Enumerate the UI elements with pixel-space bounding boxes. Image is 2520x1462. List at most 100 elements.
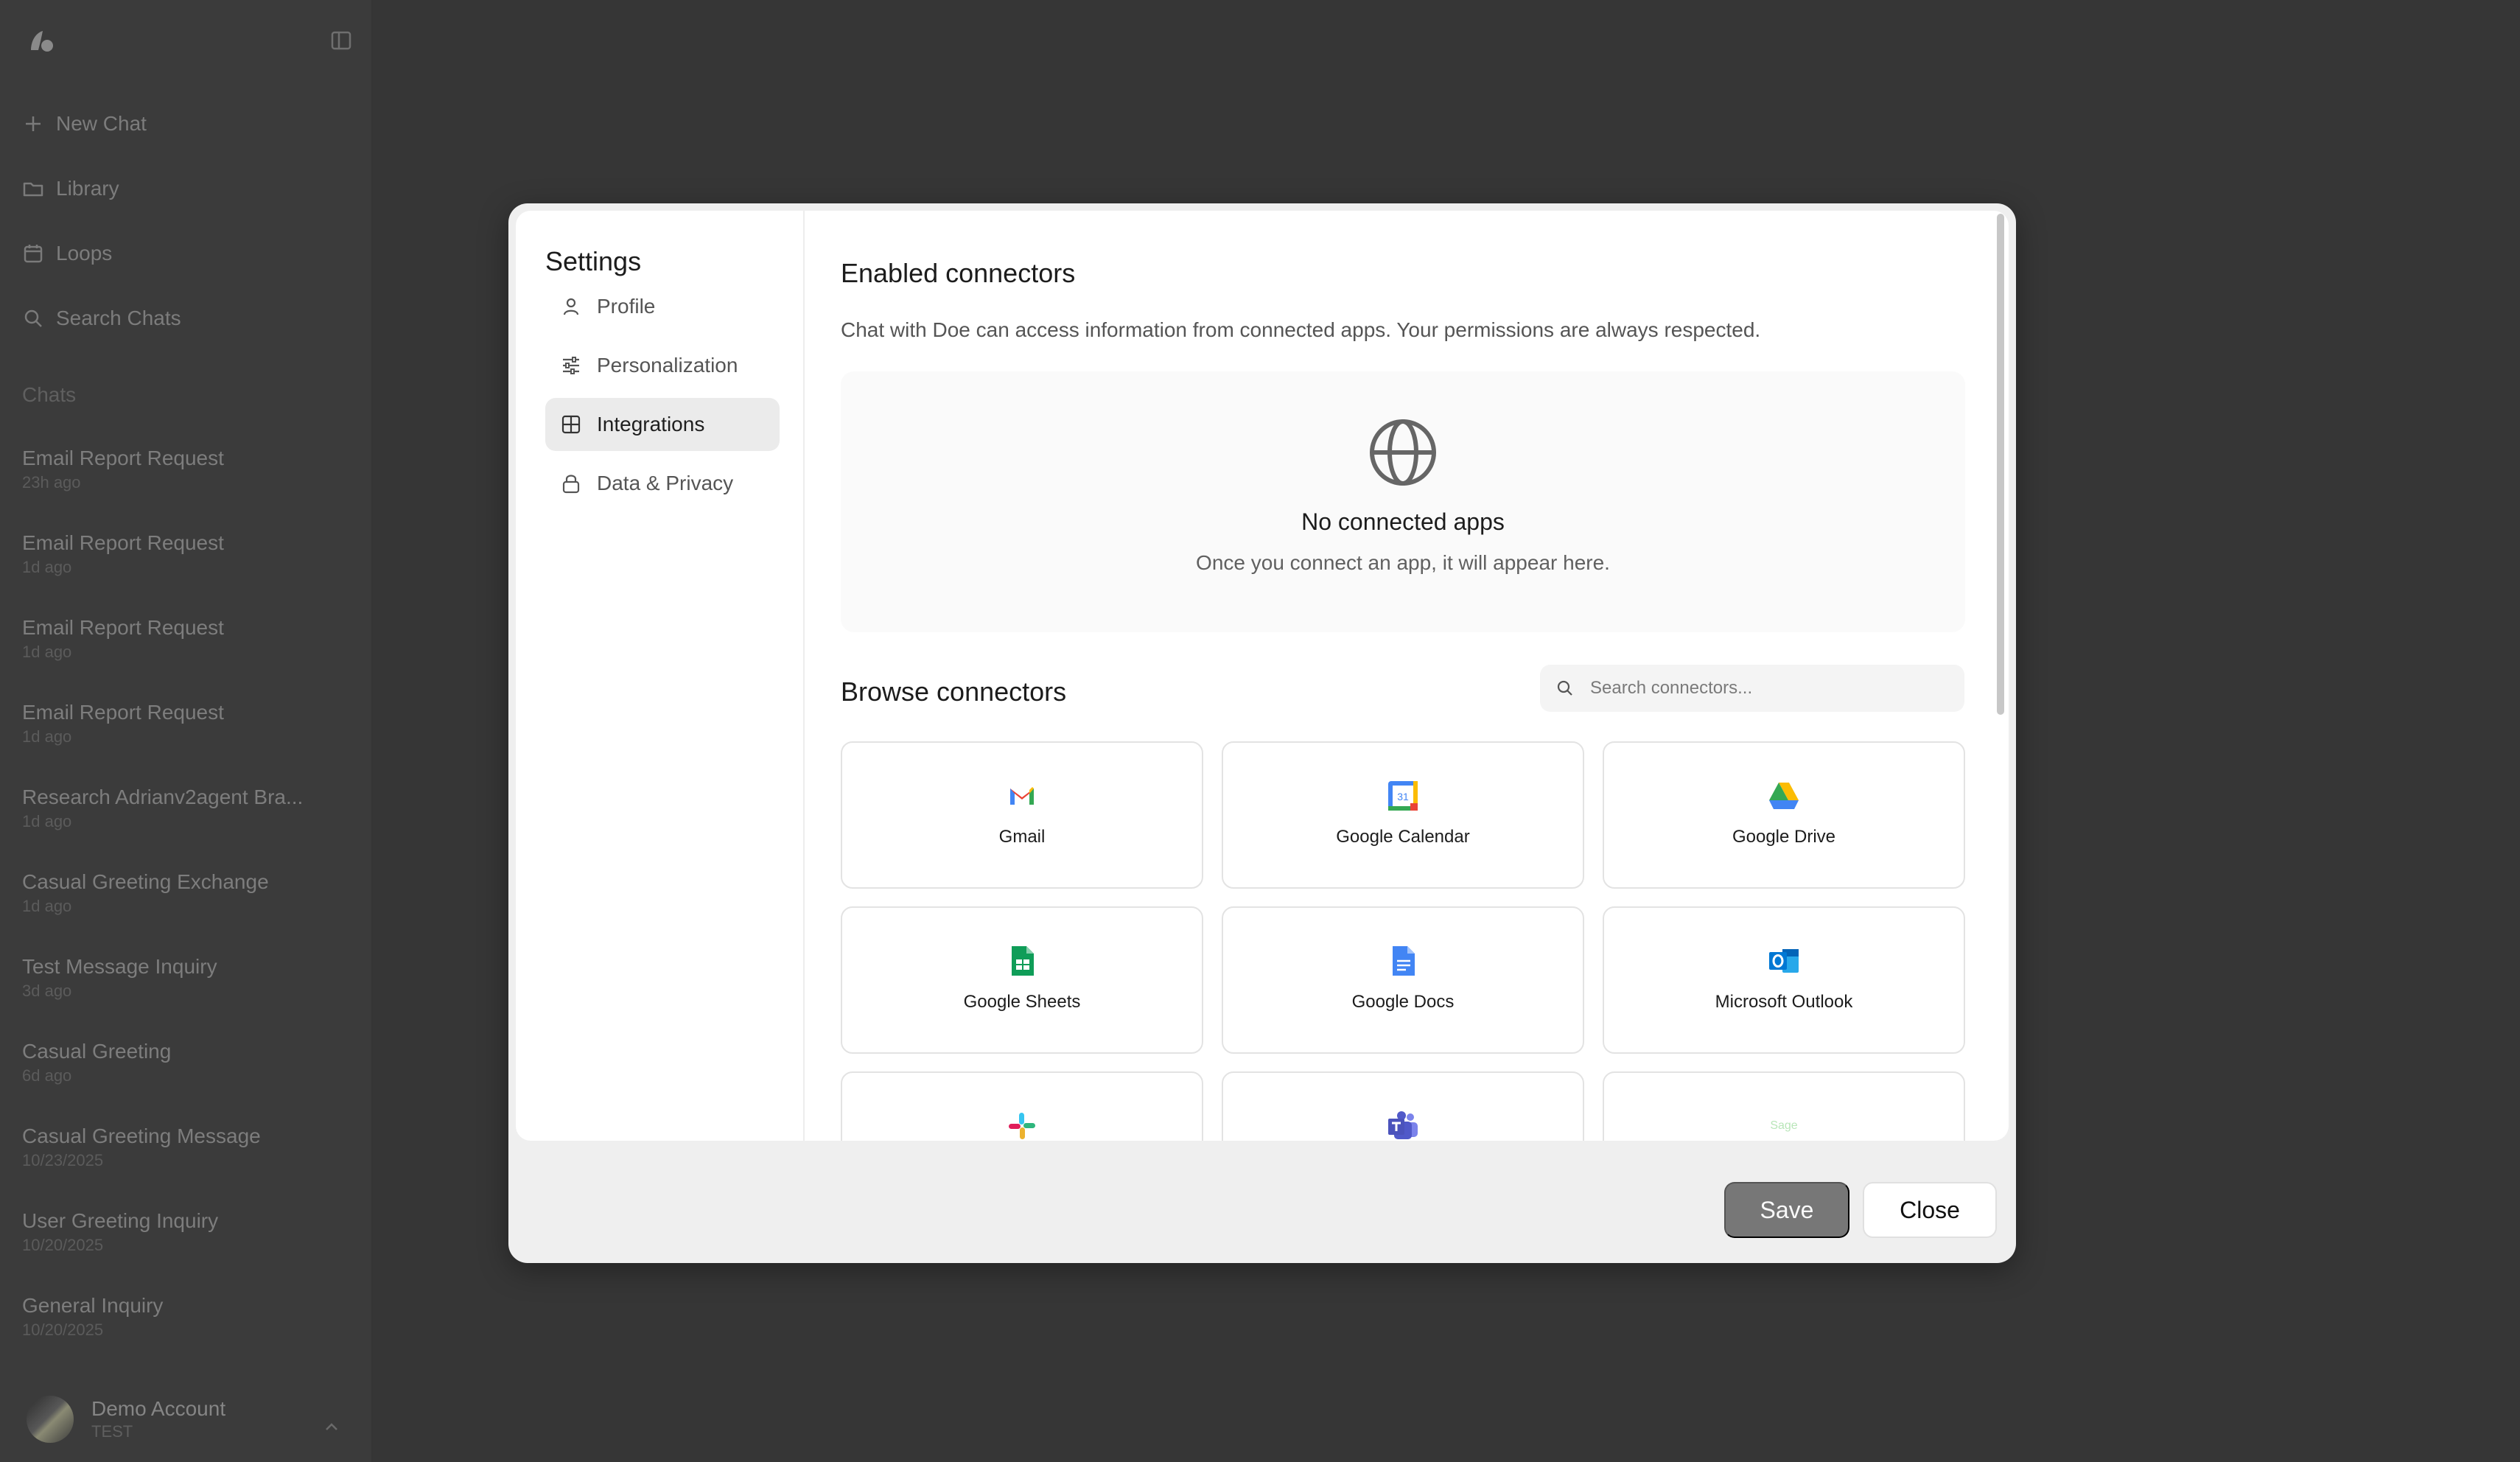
chat-list-item[interactable]: Email Report Request 1d ago bbox=[22, 615, 317, 663]
chat-list-item[interactable]: Casual Greeting Message 10/23/2025 bbox=[22, 1123, 317, 1172]
chat-title: Casual Greeting Message bbox=[22, 1125, 261, 1147]
connector-label: Google Calendar bbox=[1336, 827, 1470, 847]
google-sheets-icon bbox=[1012, 946, 1034, 976]
connector-card-slack[interactable] bbox=[841, 1071, 1203, 1141]
content-scrollbar[interactable] bbox=[1997, 214, 2004, 715]
chat-timestamp: 1d ago bbox=[22, 897, 72, 915]
settings-tab-label: Profile bbox=[597, 295, 656, 318]
new-chat-button[interactable]: New Chat bbox=[22, 109, 147, 139]
sidebar-toggle-icon[interactable] bbox=[330, 29, 352, 52]
connector-search[interactable] bbox=[1540, 665, 1964, 712]
connector-label: Microsoft Outlook bbox=[1715, 992, 1853, 1012]
connector-card-microsoft-outlook[interactable]: Microsoft Outlook bbox=[1603, 906, 1965, 1054]
integrations-content[interactable]: Enabled connectors Chat with Doe can acc… bbox=[805, 211, 2009, 1141]
connector-card-sage[interactable]: Sage bbox=[1603, 1071, 1965, 1141]
sliders-icon bbox=[563, 357, 579, 374]
connector-search-input[interactable] bbox=[1589, 677, 1945, 699]
connector-card-google-drive[interactable]: Google Drive bbox=[1603, 741, 1965, 889]
settings-tab-data-privacy[interactable]: Data & Privacy bbox=[545, 457, 780, 510]
settings-tab-integrations[interactable]: Integrations bbox=[545, 398, 780, 451]
chat-list-item[interactable]: Test Message Inquiry 3d ago bbox=[22, 954, 317, 1002]
empty-subtitle: Once you connect an app, it will appear … bbox=[1196, 551, 1610, 574]
empty-title: No connected apps bbox=[1301, 508, 1505, 535]
calendar-icon bbox=[24, 245, 43, 263]
search-icon bbox=[1557, 680, 1572, 696]
chat-list-item[interactable]: Email Report Request 23h ago bbox=[22, 445, 317, 494]
microsoft-teams-icon bbox=[1388, 1111, 1418, 1139]
connector-label: Gmail bbox=[998, 827, 1046, 847]
google-calendar-icon: 31 bbox=[1388, 781, 1418, 811]
chat-list-item[interactable]: General Inquiry 10/20/2025 bbox=[22, 1293, 317, 1341]
chat-title: Casual Greeting bbox=[22, 1040, 172, 1063]
chat-timestamp: 10/20/2025 bbox=[22, 1321, 104, 1339]
new-chat-label: New Chat bbox=[56, 112, 147, 135]
google-drive-icon bbox=[1769, 783, 1799, 809]
search-chats-button[interactable]: Search Chats bbox=[22, 304, 181, 333]
google-docs-icon bbox=[1393, 946, 1415, 976]
chat-timestamp: 1d ago bbox=[22, 558, 72, 576]
settings-panel: Settings Profile Personalization Integra… bbox=[516, 211, 2009, 1141]
svg-text:31: 31 bbox=[1397, 791, 1409, 802]
account-menu[interactable]: Demo Account TEST bbox=[27, 1396, 225, 1443]
chat-title: Casual Greeting Exchange bbox=[22, 870, 269, 893]
connector-card-google-sheets[interactable]: Google Sheets bbox=[841, 906, 1203, 1054]
sidebar: New Chat Library Loops Search Chats Chat… bbox=[0, 0, 373, 1462]
chat-timestamp: 6d ago bbox=[22, 1066, 72, 1085]
chat-title: Email Report Request bbox=[22, 616, 224, 639]
lock-icon bbox=[562, 475, 580, 494]
plus-icon bbox=[26, 116, 41, 131]
chat-timestamp: 23h ago bbox=[22, 473, 81, 492]
app-logo-icon[interactable] bbox=[28, 28, 57, 53]
chat-list-item[interactable]: Research Adrianv2agent Bra... 1d ago bbox=[22, 784, 317, 833]
loops-button[interactable]: Loops bbox=[22, 239, 112, 268]
chat-list-item[interactable]: Casual Greeting 6d ago bbox=[22, 1038, 317, 1087]
slack-icon bbox=[1009, 1113, 1035, 1139]
browse-connectors-heading: Browse connectors bbox=[841, 676, 1067, 707]
account-plan: TEST bbox=[91, 1422, 133, 1441]
settings-tab-profile[interactable]: Profile bbox=[545, 280, 780, 333]
settings-tab-personalization[interactable]: Personalization bbox=[545, 339, 780, 392]
search-chats-label: Search Chats bbox=[56, 307, 181, 329]
empty-connectors-panel: No connected apps Once you connect an ap… bbox=[841, 371, 1965, 632]
close-button[interactable]: Close bbox=[1863, 1182, 1997, 1238]
microsoft-outlook-icon bbox=[1769, 949, 1799, 973]
connector-card-gmail[interactable]: Gmail bbox=[841, 741, 1203, 889]
chevron-up-icon[interactable] bbox=[321, 1416, 342, 1437]
sage-icon: Sage bbox=[1770, 1119, 1797, 1132]
connector-card-microsoft-teams[interactable] bbox=[1222, 1071, 1584, 1141]
grid-icon bbox=[561, 415, 581, 434]
chat-list-item[interactable]: User Greeting Inquiry 10/20/2025 bbox=[22, 1208, 317, 1256]
connector-card-google-calendar[interactable]: 31 Google Calendar bbox=[1222, 741, 1584, 889]
globe-icon bbox=[1370, 419, 1436, 486]
chats-section-label: Chats bbox=[22, 383, 77, 406]
connector-card-google-docs[interactable]: Google Docs bbox=[1222, 906, 1584, 1054]
account-name: Demo Account bbox=[91, 1397, 226, 1420]
folder-icon bbox=[23, 182, 43, 197]
settings-title: Settings bbox=[545, 246, 642, 276]
enabled-connectors-heading: Enabled connectors bbox=[841, 258, 1076, 288]
save-button[interactable]: Save bbox=[1724, 1182, 1849, 1238]
avatar bbox=[27, 1396, 74, 1443]
connector-label: Google Sheets bbox=[963, 992, 1081, 1012]
chat-timestamp: 10/23/2025 bbox=[22, 1151, 104, 1169]
gmail-icon bbox=[1010, 787, 1034, 805]
chat-timestamp: 1d ago bbox=[22, 727, 72, 746]
library-label: Library bbox=[56, 177, 119, 200]
library-button[interactable]: Library bbox=[22, 174, 119, 203]
svg-text:Sage: Sage bbox=[1770, 1119, 1797, 1132]
chat-title: User Greeting Inquiry bbox=[22, 1209, 219, 1232]
settings-tab-label: Personalization bbox=[597, 354, 738, 377]
chat-list-item[interactable]: Casual Greeting Exchange 1d ago bbox=[22, 869, 317, 917]
chat-timestamp: 3d ago bbox=[22, 982, 72, 1000]
settings-modal: Settings Profile Personalization Integra… bbox=[508, 203, 2016, 1263]
settings-tab-label: Integrations bbox=[597, 413, 705, 436]
chat-title: Test Message Inquiry bbox=[22, 955, 217, 978]
chat-title: Email Report Request bbox=[22, 447, 224, 469]
loops-label: Loops bbox=[56, 242, 113, 265]
chat-list-item[interactable]: Email Report Request 1d ago bbox=[22, 699, 317, 748]
integrations-description: Chat with Doe can access information fro… bbox=[841, 318, 1761, 341]
connector-label: Google Drive bbox=[1732, 827, 1836, 847]
chat-title: General Inquiry bbox=[22, 1294, 164, 1317]
chat-list-item[interactable]: Email Report Request 1d ago bbox=[22, 530, 317, 578]
chat-timestamp: 1d ago bbox=[22, 812, 72, 830]
